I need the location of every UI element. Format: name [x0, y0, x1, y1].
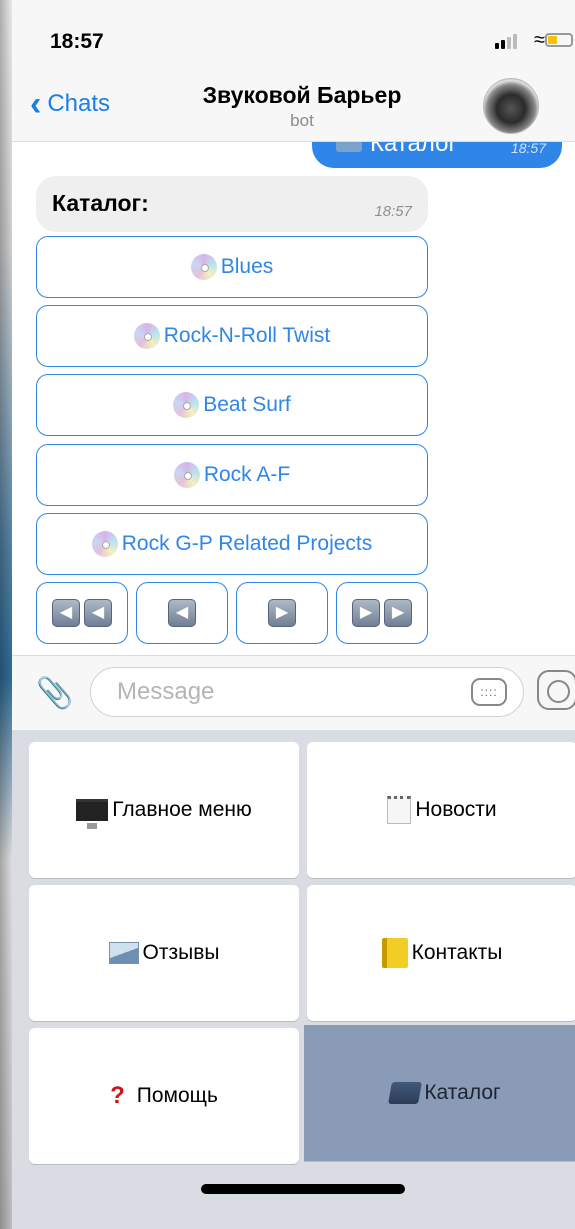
reply-key-help[interactable]: ? Помощь	[29, 1028, 299, 1164]
notepad-icon	[387, 796, 412, 824]
fast-forward-icon: ▶	[384, 599, 412, 627]
cd-icon	[173, 462, 200, 488]
keyboard-toggle-icon[interactable]: ::::	[471, 678, 507, 706]
incoming-envelope-icon	[108, 942, 139, 964]
outgoing-message[interactable]: Каталог 18:57	[312, 142, 562, 168]
play-icon: ▶	[268, 599, 296, 627]
cd-icon	[190, 254, 217, 280]
next-page-button[interactable]: ▶	[236, 582, 328, 644]
avatar[interactable]	[483, 78, 539, 134]
rewind-icon: ◀	[52, 599, 80, 627]
signal-icon	[495, 34, 517, 49]
chat-area: Каталог 18:57 Каталог: 18:57 Blues Rock-…	[12, 142, 575, 655]
inline-button-blues[interactable]: Blues	[36, 236, 428, 298]
status-bar: 18:57 ≈	[12, 0, 575, 70]
home-indicator[interactable]	[201, 1184, 405, 1194]
folder-icon	[388, 1082, 423, 1104]
inline-button-label: Rock G-P Related Projects	[121, 532, 373, 555]
folder-icon	[336, 142, 362, 152]
previous-page-button[interactable]: ◀	[136, 582, 228, 644]
chat-subtitle: bot	[290, 111, 314, 130]
inline-button-rock-g-p[interactable]: Rock G-P Related Projects	[36, 513, 428, 575]
reply-key-news[interactable]: Новости	[307, 742, 575, 878]
attachment-icon[interactable]: 📎	[36, 676, 73, 711]
question-mark-icon: ?	[110, 1082, 125, 1109]
status-time: 18:57	[50, 30, 104, 53]
rewind-icon: ◀	[84, 599, 112, 627]
chat-title: Звуковой Барьер	[202, 82, 402, 108]
inline-button-label: Rock A-F	[203, 463, 291, 486]
reply-key-catalog[interactable]: Каталог	[304, 1025, 575, 1161]
reply-key-label: Контакты	[411, 941, 503, 964]
reply-key-label: Помощь	[136, 1084, 218, 1107]
reply-key-reviews[interactable]: Отзывы	[29, 885, 299, 1021]
desktop-computer-icon	[76, 799, 109, 829]
back-button[interactable]: ‹ Chats	[30, 85, 111, 123]
reply-key-label: Новости	[415, 798, 497, 821]
chat-title-block[interactable]: Звуковой Барьер bot	[162, 82, 442, 131]
reply-key-label: Главное меню	[112, 798, 252, 821]
reply-key-label: Каталог	[424, 1081, 501, 1104]
incoming-message[interactable]: Каталог: 18:57	[36, 176, 428, 232]
reply-key-contacts[interactable]: Контакты	[307, 885, 575, 1021]
ledger-icon	[381, 938, 408, 968]
inline-button-label: Blues	[220, 255, 274, 278]
outgoing-message-text: Каталог	[370, 142, 458, 157]
inline-button-label: Rock-N-Roll Twist	[163, 324, 331, 347]
cd-icon	[91, 531, 118, 557]
first-page-button[interactable]: ◀ ◀	[36, 582, 128, 644]
chat-header: ‹ Chats Звуковой Барьер bot	[12, 70, 575, 142]
reply-key-main-menu[interactable]: Главное меню	[29, 742, 299, 878]
camera-icon[interactable]	[537, 670, 575, 710]
message-field[interactable]: ::::	[90, 667, 524, 717]
cd-icon	[173, 392, 200, 418]
incoming-message-text: Каталог:	[52, 190, 149, 216]
reverse-icon: ◀	[168, 599, 196, 627]
back-label: Chats	[47, 90, 111, 117]
inline-button-label: Beat Surf	[203, 393, 291, 416]
inline-button-beat-surf[interactable]: Beat Surf	[36, 374, 428, 436]
inline-button-rock-n-roll-twist[interactable]: Rock-N-Roll Twist	[36, 305, 428, 367]
phone-screen: 18:57 ≈ ‹ Chats Звуковой Барьер bot Ката…	[12, 0, 575, 1229]
wifi-icon: ≈	[534, 29, 545, 51]
cd-icon	[133, 323, 160, 349]
battery-icon	[545, 33, 573, 47]
chevron-left-icon: ‹	[30, 85, 42, 123]
reply-key-label: Отзывы	[142, 941, 220, 964]
inline-button-rock-a-f[interactable]: Rock A-F	[36, 444, 428, 506]
screen-edge-shadow	[0, 0, 12, 1229]
outgoing-message-time: 18:57	[510, 142, 546, 156]
incoming-message-time: 18:57	[374, 203, 412, 220]
message-input-bar: 📎 ::::	[12, 655, 575, 730]
reply-keyboard: Главное меню Новости Отзывы Контакты ? П…	[12, 730, 575, 1229]
last-page-button[interactable]: ▶ ▶	[336, 582, 428, 644]
fast-forward-icon: ▶	[352, 599, 380, 627]
message-input[interactable]	[117, 678, 457, 706]
